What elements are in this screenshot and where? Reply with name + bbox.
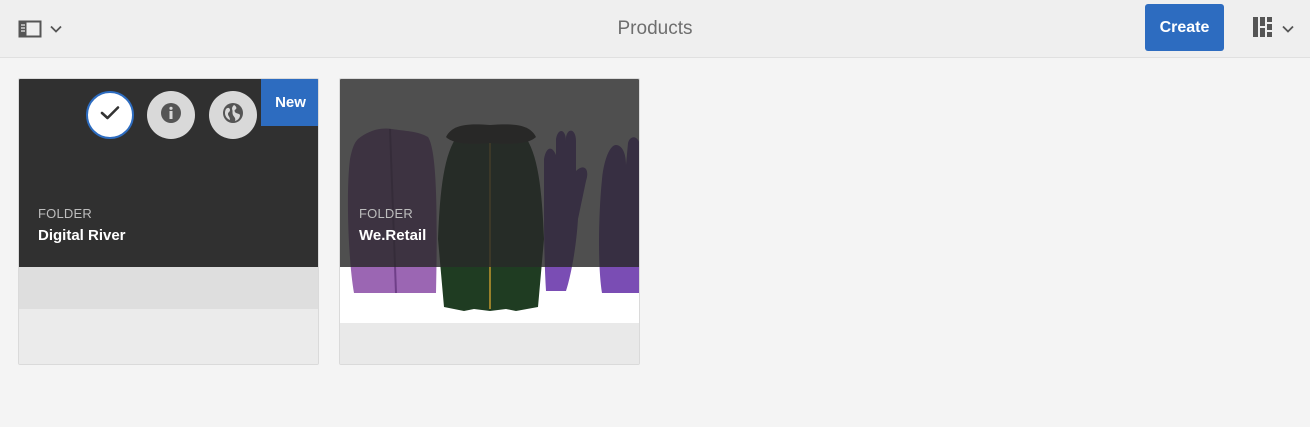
card-meta: FOLDER We.Retail — [359, 206, 426, 246]
globe-icon — [222, 102, 244, 129]
card-band — [19, 267, 318, 309]
card-thumbnail — [340, 79, 639, 323]
page-title: Products — [617, 18, 693, 39]
checkmark-icon — [100, 105, 120, 126]
card-type-label: FOLDER — [38, 206, 92, 221]
card-footer — [340, 323, 639, 364]
folder-card-digital-river[interactable]: New FOLDER Digital River — [18, 78, 319, 365]
new-badge: New — [261, 79, 318, 126]
chevron-down-icon — [1282, 20, 1294, 38]
card-meta: FOLDER Digital River — [38, 206, 126, 246]
card-footer — [19, 309, 318, 364]
create-button[interactable]: Create — [1145, 4, 1224, 51]
folder-card-we-retail[interactable]: FOLDER We.Retail — [339, 78, 640, 365]
select-button[interactable] — [86, 91, 134, 139]
chevron-down-icon — [50, 25, 62, 33]
card-type-label: FOLDER — [359, 206, 413, 221]
card-view-icon — [1252, 16, 1274, 43]
info-icon — [160, 102, 182, 129]
rail-toggle-button[interactable] — [18, 17, 68, 41]
card-title[interactable]: We.Retail — [359, 226, 426, 246]
rail-toggle-icon — [18, 19, 42, 39]
card-title[interactable]: Digital River — [38, 226, 126, 246]
view-switcher-button[interactable] — [1252, 16, 1300, 43]
top-bar: Products Create — [0, 0, 1310, 58]
publish-button[interactable] — [209, 91, 257, 139]
properties-button[interactable] — [147, 91, 195, 139]
